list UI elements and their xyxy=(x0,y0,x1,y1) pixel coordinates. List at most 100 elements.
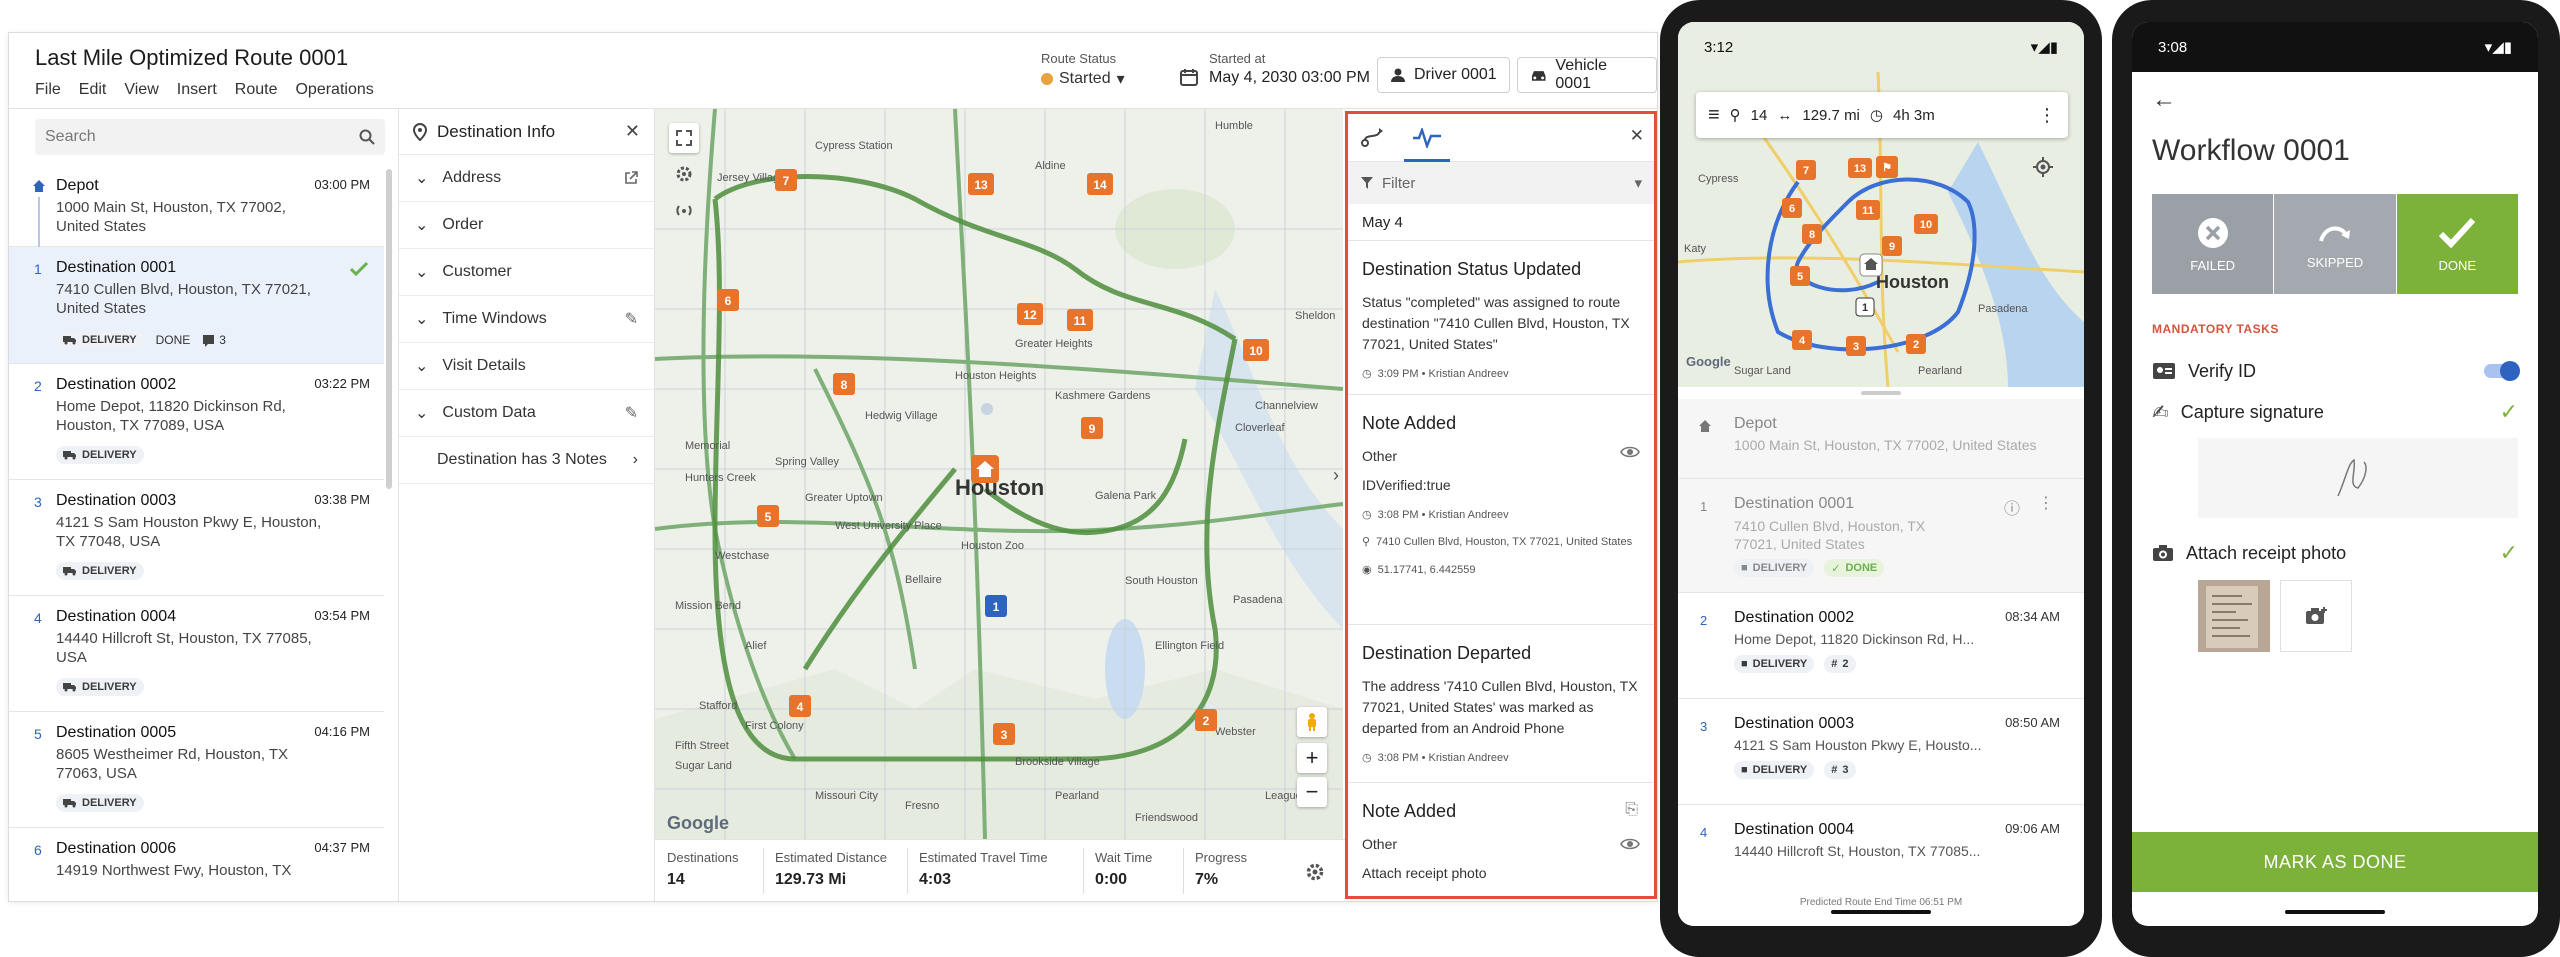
paperclip-icon[interactable]: ⎘ xyxy=(1625,801,1638,819)
close-icon[interactable]: ✕ xyxy=(1630,126,1644,146)
more-vert-icon[interactable]: ⋮ xyxy=(2038,493,2054,513)
chevron-right-icon[interactable]: › xyxy=(1333,465,1339,486)
map-pin[interactable]: 4 xyxy=(1792,330,1812,350)
eye-icon[interactable] xyxy=(1620,837,1640,851)
driver-chip[interactable]: Driver 0001 xyxy=(1377,57,1510,93)
map-pin[interactable]: 6 xyxy=(717,289,739,311)
activity-item[interactable]: Destination Departed The address '7410 C… xyxy=(1348,624,1654,782)
route-tab-icon[interactable] xyxy=(1360,126,1384,148)
map-pin[interactable]: 8 xyxy=(833,373,855,395)
map-pin[interactable]: 2 xyxy=(1195,709,1217,731)
menu-edit[interactable]: Edit xyxy=(79,81,107,99)
map-pin[interactable]: 13 xyxy=(1848,158,1872,178)
map-pin[interactable]: 14 xyxy=(1087,173,1113,195)
external-link-icon[interactable] xyxy=(624,171,638,185)
map-pin[interactable]: 2 xyxy=(1906,334,1926,354)
map-pin[interactable]: 7 xyxy=(775,169,797,191)
map-pin[interactable]: 3 xyxy=(993,723,1015,745)
list-item-depot[interactable]: Depot 03:00 PM 1000 Main St, Houston, TX… xyxy=(9,165,384,247)
mark-as-done-button[interactable]: MARK AS DONE xyxy=(2132,832,2538,892)
activity-item[interactable]: Note Added ⎘ Other Attach receipt photo xyxy=(1348,782,1654,896)
route-map[interactable]: Houston Jersey Village Cypress Station A… xyxy=(655,109,1343,839)
activity-item[interactable]: Destination Status Updated Status "compl… xyxy=(1348,240,1654,394)
info-row-customer[interactable]: ⌄ Customer xyxy=(399,249,654,296)
target-icon[interactable] xyxy=(2028,152,2058,182)
fullscreen-icon[interactable] xyxy=(669,123,699,153)
info-row-custom-data[interactable]: ⌄ Custom Data ✎ xyxy=(399,390,654,437)
done-button[interactable]: DONE xyxy=(2396,194,2518,294)
search-input[interactable]: Search xyxy=(35,119,385,155)
map-pin[interactable]: 3 xyxy=(1846,336,1866,356)
back-arrow-icon[interactable]: ← xyxy=(2152,86,2176,114)
map-pin[interactable]: 5 xyxy=(757,505,779,527)
add-photo-button[interactable] xyxy=(2280,580,2352,652)
pencil-icon[interactable]: ✎ xyxy=(625,403,638,423)
verify-id-toggle[interactable] xyxy=(2484,361,2520,381)
map-pin[interactable]: 11 xyxy=(1856,200,1880,220)
phone-list-item-destination-4[interactable]: 4 Destination 0004 09:06 AM 14440 Hillcr… xyxy=(1678,805,2084,871)
menu-insert[interactable]: Insert xyxy=(177,81,217,99)
map-pin[interactable]: 9 xyxy=(1882,236,1902,256)
info-row-address[interactable]: ⌄ Address xyxy=(399,155,654,202)
close-icon[interactable]: ✕ xyxy=(625,121,640,142)
menu-view[interactable]: View xyxy=(124,81,158,99)
depot-pin[interactable] xyxy=(971,455,999,483)
route-status[interactable]: Route Status Started ▾ xyxy=(1041,51,1125,89)
phone-list-item-destination-2[interactable]: 2 Destination 0002 08:34 AM Home Depot, … xyxy=(1678,593,2084,699)
list-item-destination-6[interactable]: 6 Destination 0006 04:37 PM 14919 Northw… xyxy=(9,828,384,903)
info-row-order[interactable]: ⌄ Order xyxy=(399,202,654,249)
activity-tab-icon[interactable] xyxy=(1412,128,1442,148)
info-icon[interactable]: ⓘ xyxy=(2004,495,2020,519)
map-pin-selected[interactable]: 1 xyxy=(1855,297,1875,317)
list-scrollbar[interactable] xyxy=(386,169,392,489)
menu-file[interactable]: File xyxy=(35,81,61,99)
map-pin[interactable]: 4 xyxy=(789,695,811,717)
map-pin[interactable]: 11 xyxy=(1067,309,1093,331)
failed-button[interactable]: FAILED xyxy=(2152,194,2274,294)
list-item-destination-4[interactable]: 4 Destination 0004 03:54 PM 14440 Hillcr… xyxy=(9,596,384,712)
skipped-button[interactable]: SKIPPED xyxy=(2273,194,2397,294)
phone-map[interactable]: Houston Cypress Sugar Land Pearland Pasa… xyxy=(1678,22,2084,387)
gear-icon[interactable] xyxy=(669,159,699,189)
task-attach-photo[interactable]: Attach receipt photo ✓ xyxy=(2152,538,2518,568)
menu-route[interactable]: Route xyxy=(235,81,278,99)
phone-list-item-depot[interactable]: Depot 1000 Main St, Houston, TX 77002, U… xyxy=(1678,399,2084,479)
activity-item[interactable]: Note Added Other IDVerified:true ◷ 3:08 P… xyxy=(1348,394,1654,624)
map-pin[interactable]: ⚑ xyxy=(1876,156,1898,178)
pencil-icon[interactable]: ✎ xyxy=(625,309,638,329)
map-pin[interactable]: 10 xyxy=(1914,214,1938,234)
list-item-destination-1[interactable]: 1 Destination 0001 7410 Cullen Blvd, Hou… xyxy=(9,247,384,364)
list-item-destination-5[interactable]: 5 Destination 0005 04:16 PM 8605 Westhei… xyxy=(9,712,384,828)
list-item-destination-2[interactable]: 2 Destination 0002 03:22 PM Home Depot, … xyxy=(9,364,384,480)
filter-dropdown[interactable]: Filter ▾ xyxy=(1348,162,1654,204)
menu-icon[interactable]: ≡ xyxy=(1708,104,1720,127)
list-item-destination-3[interactable]: 3 Destination 0003 03:38 PM 4121 S Sam H… xyxy=(9,480,384,596)
settings-icon[interactable] xyxy=(1305,862,1325,882)
phone-list-item-destination-3[interactable]: 3 Destination 0003 08:50 AM 4121 S Sam H… xyxy=(1678,699,2084,805)
zoom-out-button[interactable]: − xyxy=(1297,777,1327,807)
more-vert-icon[interactable]: ⋮ xyxy=(2038,105,2056,126)
map-pin[interactable]: 13 xyxy=(968,173,994,195)
menu-operations[interactable]: Operations xyxy=(295,81,373,99)
map-pin[interactable]: 5 xyxy=(1790,266,1810,286)
vehicle-chip[interactable]: Vehicle 0001 xyxy=(1517,57,1657,93)
task-capture-signature[interactable]: ✍ Capture signature ✓ xyxy=(2152,397,2518,427)
map-pin[interactable]: 9 xyxy=(1081,417,1103,439)
map-pin[interactable]: 7 xyxy=(1796,160,1816,180)
task-verify-id[interactable]: Verify ID xyxy=(2152,356,2520,386)
signature-pad[interactable] xyxy=(2198,438,2518,518)
eye-icon[interactable] xyxy=(1620,445,1640,459)
info-row-time-windows[interactable]: ⌄ Time Windows ✎ xyxy=(399,296,654,343)
zoom-in-button[interactable]: + xyxy=(1297,743,1327,773)
broadcast-icon[interactable] xyxy=(669,195,699,225)
info-row-visit-details[interactable]: ⌄ Visit Details xyxy=(399,343,654,390)
drag-handle[interactable] xyxy=(1861,391,1901,395)
map-pin[interactable]: 6 xyxy=(1782,198,1802,218)
map-pin[interactable]: 8 xyxy=(1802,224,1822,244)
pegman-icon[interactable] xyxy=(1297,707,1327,737)
phone-list-item-destination-1[interactable]: 1 Destination 0001 ⓘ ⋮ 7410 Cullen Blvd,… xyxy=(1678,479,2084,593)
notes-row[interactable]: Destination has 3 Notes › xyxy=(399,437,654,484)
map-pin[interactable]: 10 xyxy=(1243,339,1269,361)
receipt-thumbnail[interactable] xyxy=(2198,580,2270,652)
map-pin[interactable]: 12 xyxy=(1017,303,1043,325)
